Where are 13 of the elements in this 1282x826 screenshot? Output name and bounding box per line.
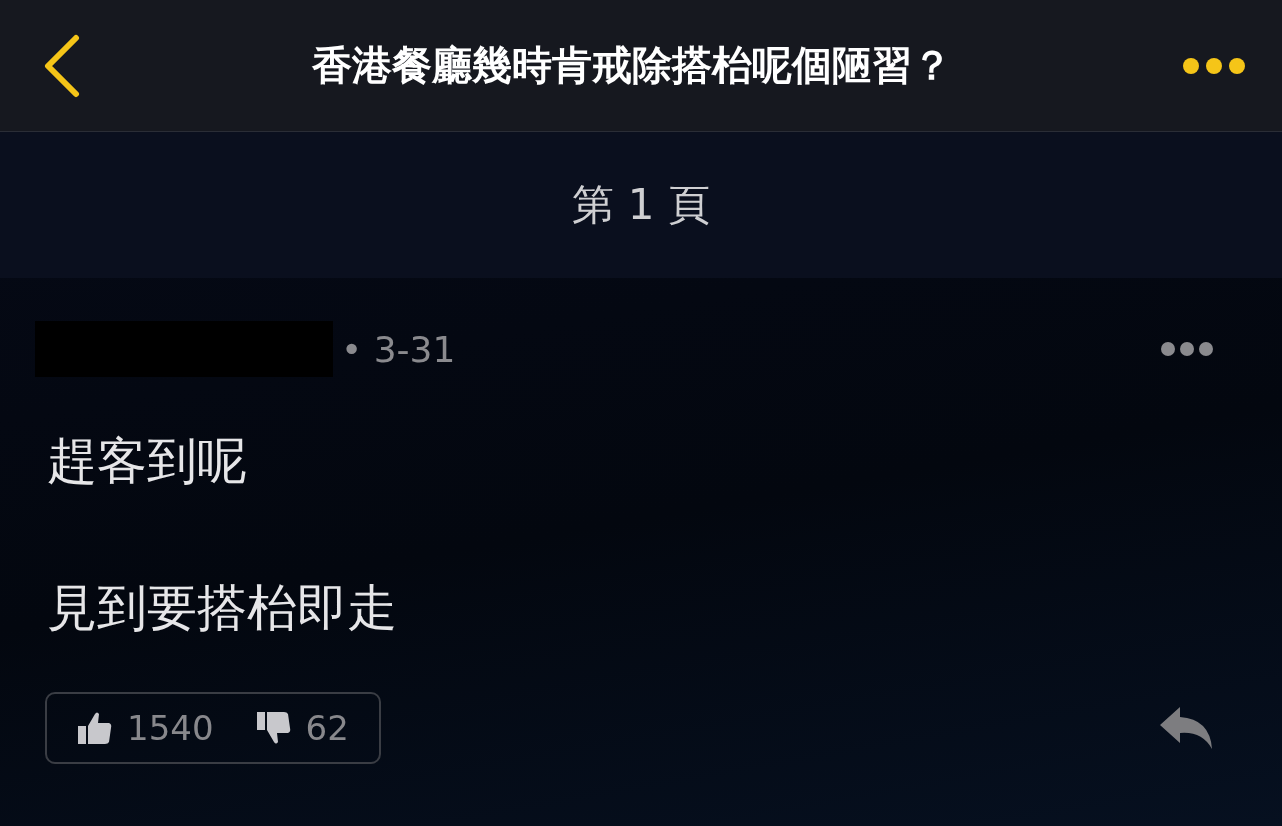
post-text: 趕客到呢 xyxy=(46,431,248,492)
post-text: 見到要搭枱即走 xyxy=(46,578,398,639)
more-icon[interactable] xyxy=(1182,56,1246,75)
reply-icon[interactable] xyxy=(1158,705,1214,751)
like-button[interactable]: 1540 xyxy=(77,708,214,748)
thread-title: 香港餐廳幾時肯戒除搭枱呢個陋習？ xyxy=(311,41,953,90)
post-date: • 3-31 xyxy=(341,328,456,370)
page-label: 第 1 頁 xyxy=(572,179,710,231)
back-icon[interactable] xyxy=(42,33,82,98)
thumbs-up-icon xyxy=(77,711,113,745)
thumbs-down-icon xyxy=(255,711,292,745)
more-icon[interactable] xyxy=(1160,341,1214,357)
dislike-button[interactable]: 62 xyxy=(255,708,349,748)
